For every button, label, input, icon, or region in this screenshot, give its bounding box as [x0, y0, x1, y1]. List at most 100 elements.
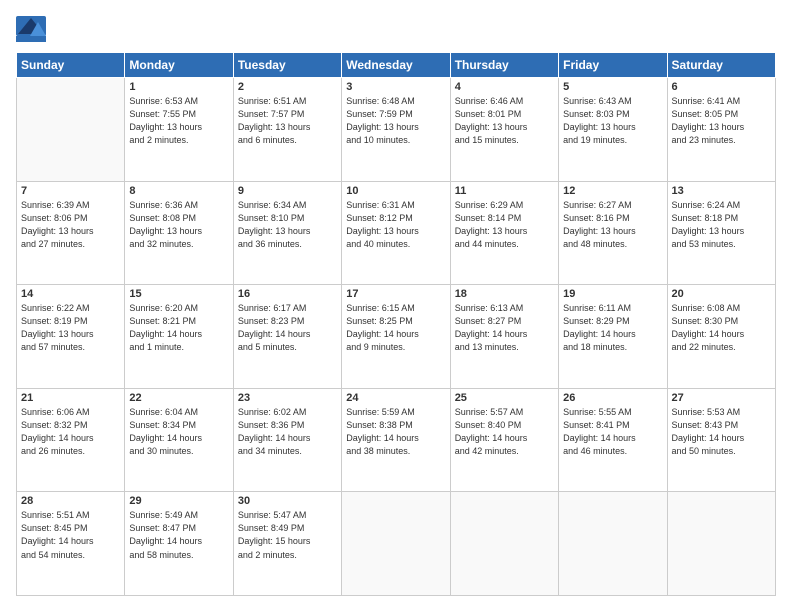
day-info: Sunrise: 6:46 AMSunset: 8:01 PMDaylight:…: [455, 95, 554, 147]
day-number: 13: [672, 185, 771, 197]
calendar-cell: 15 Sunrise: 6:20 AMSunset: 8:21 PMDayligh…: [125, 285, 233, 389]
day-info: Sunrise: 6:31 AMSunset: 8:12 PMDaylight:…: [346, 199, 445, 251]
header: [16, 16, 776, 42]
day-info: Sunrise: 5:51 AMSunset: 8:45 PMDaylight:…: [21, 509, 120, 561]
calendar-cell: [450, 492, 558, 596]
day-number: 25: [455, 392, 554, 404]
calendar-cell: 10 Sunrise: 6:31 AMSunset: 8:12 PMDayligh…: [342, 181, 450, 285]
calendar-cell: 12 Sunrise: 6:27 AMSunset: 8:16 PMDayligh…: [559, 181, 667, 285]
day-number: 30: [238, 495, 337, 507]
calendar-cell: 16 Sunrise: 6:17 AMSunset: 8:23 PMDayligh…: [233, 285, 341, 389]
day-number: 7: [21, 185, 120, 197]
day-info: Sunrise: 5:49 AMSunset: 8:47 PMDaylight:…: [129, 509, 228, 561]
day-number: 2: [238, 81, 337, 93]
day-number: 10: [346, 185, 445, 197]
page: SundayMondayTuesdayWednesdayThursdayFrid…: [0, 0, 792, 612]
calendar-cell: 30 Sunrise: 5:47 AMSunset: 8:49 PMDayligh…: [233, 492, 341, 596]
logo: [16, 16, 50, 42]
calendar-week-5: 28 Sunrise: 5:51 AMSunset: 8:45 PMDayligh…: [17, 492, 776, 596]
day-number: 16: [238, 288, 337, 300]
day-info: Sunrise: 6:06 AMSunset: 8:32 PMDaylight:…: [21, 406, 120, 458]
calendar-cell: [342, 492, 450, 596]
day-info: Sunrise: 6:08 AMSunset: 8:30 PMDaylight:…: [672, 302, 771, 354]
calendar-cell: 13 Sunrise: 6:24 AMSunset: 8:18 PMDayligh…: [667, 181, 775, 285]
day-number: 21: [21, 392, 120, 404]
calendar-cell: 4Sunrise: 6:46 AMSunset: 8:01 PMDaylight…: [450, 78, 558, 182]
day-info: Sunrise: 6:51 AMSunset: 7:57 PMDaylight:…: [238, 95, 337, 147]
day-info: Sunrise: 5:47 AMSunset: 8:49 PMDaylight:…: [238, 509, 337, 561]
calendar-cell: 8 Sunrise: 6:36 AMSunset: 8:08 PMDaylight…: [125, 181, 233, 285]
day-info: Sunrise: 6:17 AMSunset: 8:23 PMDaylight:…: [238, 302, 337, 354]
day-info: Sunrise: 5:53 AMSunset: 8:43 PMDaylight:…: [672, 406, 771, 458]
calendar-cell: 1Sunrise: 6:53 AMSunset: 7:55 PMDaylight…: [125, 78, 233, 182]
weekday-header-thursday: Thursday: [450, 53, 558, 78]
calendar: SundayMondayTuesdayWednesdayThursdayFrid…: [16, 52, 776, 596]
calendar-cell: 22 Sunrise: 6:04 AMSunset: 8:34 PMDayligh…: [125, 388, 233, 492]
calendar-week-4: 21 Sunrise: 6:06 AMSunset: 8:32 PMDayligh…: [17, 388, 776, 492]
calendar-header: SundayMondayTuesdayWednesdayThursdayFrid…: [17, 53, 776, 78]
day-info: Sunrise: 6:53 AMSunset: 7:55 PMDaylight:…: [129, 95, 228, 147]
calendar-cell: 18Sunrise: 6:13 AMSunset: 8:27 PMDayligh…: [450, 285, 558, 389]
calendar-cell: 26Sunrise: 5:55 AMSunset: 8:41 PMDayligh…: [559, 388, 667, 492]
day-number: 11: [455, 185, 554, 197]
day-number: 22: [129, 392, 228, 404]
day-info: Sunrise: 6:11 AMSunset: 8:29 PMDaylight:…: [563, 302, 662, 354]
calendar-cell: 25 Sunrise: 5:57 AMSunset: 8:40 PMDayligh…: [450, 388, 558, 492]
calendar-cell: 24 Sunrise: 5:59 AMSunset: 8:38 PMDayligh…: [342, 388, 450, 492]
day-info: Sunrise: 6:27 AMSunset: 8:16 PMDaylight:…: [563, 199, 662, 251]
calendar-week-3: 14 Sunrise: 6:22 AMSunset: 8:19 PMDayligh…: [17, 285, 776, 389]
day-number: 12: [563, 185, 662, 197]
day-info: Sunrise: 6:15 AMSunset: 8:25 PMDaylight:…: [346, 302, 445, 354]
day-number: 27: [672, 392, 771, 404]
calendar-cell: 7 Sunrise: 6:39 AMSunset: 8:06 PMDaylight…: [17, 181, 125, 285]
day-info: Sunrise: 6:04 AMSunset: 8:34 PMDaylight:…: [129, 406, 228, 458]
day-info: Sunrise: 6:41 AMSunset: 8:05 PMDaylight:…: [672, 95, 771, 147]
day-number: 23: [238, 392, 337, 404]
day-info: Sunrise: 5:59 AMSunset: 8:38 PMDaylight:…: [346, 406, 445, 458]
calendar-cell: [667, 492, 775, 596]
day-info: Sunrise: 6:36 AMSunset: 8:08 PMDaylight:…: [129, 199, 228, 251]
calendar-cell: 14 Sunrise: 6:22 AMSunset: 8:19 PMDayligh…: [17, 285, 125, 389]
calendar-cell: [559, 492, 667, 596]
calendar-cell: 20Sunrise: 6:08 AMSunset: 8:30 PMDayligh…: [667, 285, 775, 389]
day-number: 17: [346, 288, 445, 300]
calendar-cell: 17 Sunrise: 6:15 AMSunset: 8:25 PMDayligh…: [342, 285, 450, 389]
logo-icon: [16, 16, 46, 42]
day-info: Sunrise: 6:24 AMSunset: 8:18 PMDaylight:…: [672, 199, 771, 251]
calendar-cell: 29 Sunrise: 5:49 AMSunset: 8:47 PMDayligh…: [125, 492, 233, 596]
day-number: 18: [455, 288, 554, 300]
calendar-cell: 3 Sunrise: 6:48 AMSunset: 7:59 PMDaylight…: [342, 78, 450, 182]
day-info: Sunrise: 6:39 AMSunset: 8:06 PMDaylight:…: [21, 199, 120, 251]
calendar-week-2: 7 Sunrise: 6:39 AMSunset: 8:06 PMDaylight…: [17, 181, 776, 285]
calendar-cell: 28 Sunrise: 5:51 AMSunset: 8:45 PMDayligh…: [17, 492, 125, 596]
calendar-cell: 21 Sunrise: 6:06 AMSunset: 8:32 PMDayligh…: [17, 388, 125, 492]
weekday-header-sunday: Sunday: [17, 53, 125, 78]
day-number: 28: [21, 495, 120, 507]
calendar-cell: 23Sunrise: 6:02 AMSunset: 8:36 PMDayligh…: [233, 388, 341, 492]
calendar-cell: 6Sunrise: 6:41 AMSunset: 8:05 PMDaylight…: [667, 78, 775, 182]
day-info: Sunrise: 5:57 AMSunset: 8:40 PMDaylight:…: [455, 406, 554, 458]
weekday-header-wednesday: Wednesday: [342, 53, 450, 78]
day-number: 8: [129, 185, 228, 197]
calendar-cell: 11 Sunrise: 6:29 AMSunset: 8:14 PMDayligh…: [450, 181, 558, 285]
day-number: 29: [129, 495, 228, 507]
day-number: 15: [129, 288, 228, 300]
day-number: 14: [21, 288, 120, 300]
weekday-header-tuesday: Tuesday: [233, 53, 341, 78]
day-number: 24: [346, 392, 445, 404]
day-number: 3: [346, 81, 445, 93]
day-info: Sunrise: 6:22 AMSunset: 8:19 PMDaylight:…: [21, 302, 120, 354]
calendar-cell: 27 Sunrise: 5:53 AMSunset: 8:43 PMDayligh…: [667, 388, 775, 492]
day-info: Sunrise: 6:43 AMSunset: 8:03 PMDaylight:…: [563, 95, 662, 147]
calendar-body: 1Sunrise: 6:53 AMSunset: 7:55 PMDaylight…: [17, 78, 776, 596]
day-number: 19: [563, 288, 662, 300]
calendar-cell: [17, 78, 125, 182]
day-info: Sunrise: 6:29 AMSunset: 8:14 PMDaylight:…: [455, 199, 554, 251]
day-info: Sunrise: 6:20 AMSunset: 8:21 PMDaylight:…: [129, 302, 228, 354]
calendar-cell: 2 Sunrise: 6:51 AMSunset: 7:57 PMDaylight…: [233, 78, 341, 182]
day-number: 9: [238, 185, 337, 197]
day-number: 5: [563, 81, 662, 93]
calendar-cell: 5 Sunrise: 6:43 AMSunset: 8:03 PMDaylight…: [559, 78, 667, 182]
day-info: Sunrise: 6:48 AMSunset: 7:59 PMDaylight:…: [346, 95, 445, 147]
day-info: Sunrise: 6:34 AMSunset: 8:10 PMDaylight:…: [238, 199, 337, 251]
